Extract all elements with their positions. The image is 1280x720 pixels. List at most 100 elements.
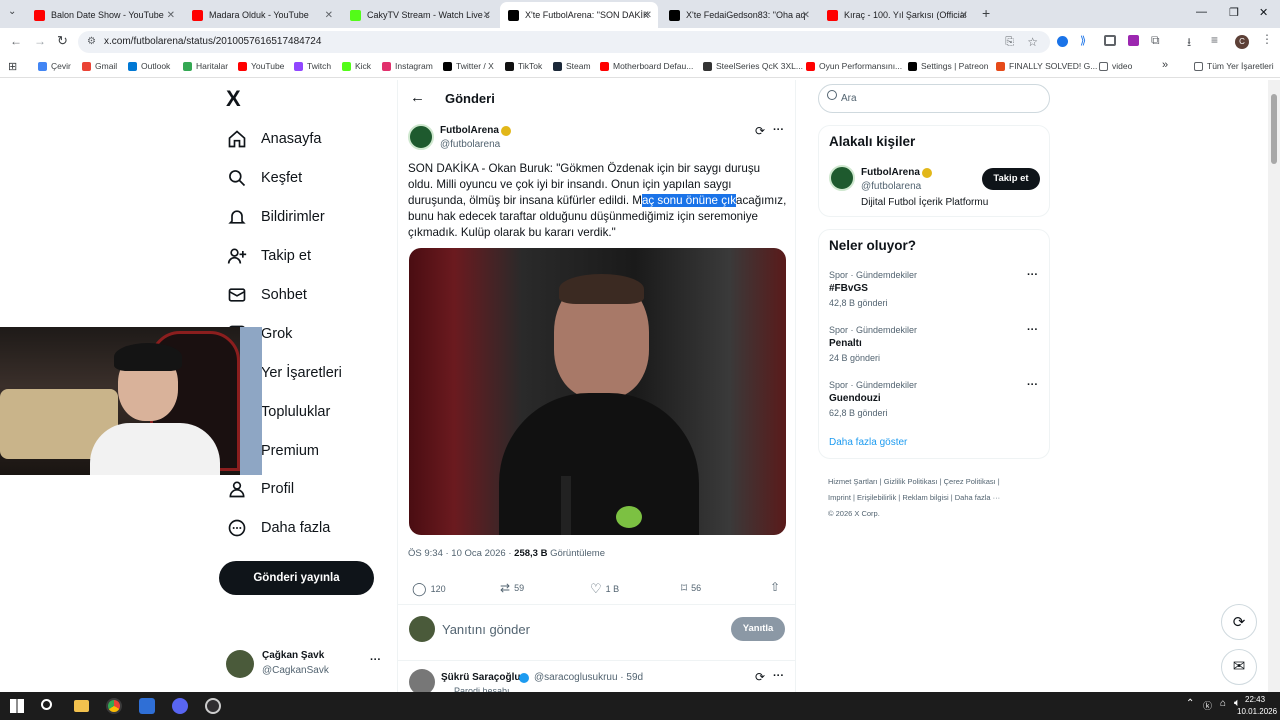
browser-tab-1[interactable]: Balon Date Show - YouTube ✕	[26, 2, 181, 28]
close-tab-icon[interactable]: ✕	[325, 10, 333, 21]
close-tab-icon[interactable]: ✕	[802, 10, 810, 21]
bookmark-item[interactable]: Kick	[342, 61, 371, 71]
trend-item[interactable]: Spor · Gündemdekiler Guendouzi 62,8 B gö…	[819, 378, 1049, 430]
language-icon[interactable]: ⓚ	[1203, 699, 1212, 712]
footer-link[interactable]: Imprint	[828, 493, 851, 502]
bookmark-item[interactable]: Settings | Patreon	[908, 61, 988, 71]
grok-explain-icon[interactable]: ⟳	[755, 124, 765, 138]
minimize-icon[interactable]: —	[1196, 6, 1207, 18]
nav-profile[interactable]: Profil	[227, 479, 294, 499]
bookmark-item[interactable]: Steam	[553, 61, 591, 71]
page-scrollbar[interactable]	[1268, 80, 1280, 692]
clock-date[interactable]: 10.01.2026	[1237, 707, 1277, 716]
address-bar[interactable]: ⚙ x.com/futbolarena/status/2010057616517…	[78, 31, 1050, 53]
retweet-action[interactable]: ⇄ 59	[500, 581, 524, 595]
account-switcher[interactable]: Çağkan Şavk @CagkanSavk ···	[226, 648, 386, 680]
browser-tab-5[interactable]: X'te FedaiGedson83: "Oha aq T ✕	[661, 2, 816, 28]
browser-tab-3[interactable]: CakyTV Stream - Watch Live on ✕	[342, 2, 497, 28]
more-bookmarks-icon[interactable]: »	[1162, 59, 1168, 71]
bookmark-item[interactable]: video	[1099, 61, 1132, 71]
back-icon[interactable]: ←	[10, 34, 22, 48]
chrome-icon[interactable]	[106, 698, 122, 714]
new-tab-button[interactable]: +	[982, 5, 990, 21]
bookmark-item[interactable]: Twitter / X	[443, 61, 494, 71]
footer-link[interactable]: Çerez Politikası	[944, 477, 996, 486]
reply-action[interactable]: ◯ 120	[412, 581, 446, 597]
browser-tab-4-active[interactable]: X'te FutbolArena: "SON DAKİK ✕	[500, 2, 658, 28]
file-explorer-icon[interactable]	[74, 700, 89, 712]
extension-icon[interactable]	[1104, 35, 1116, 46]
reply-button[interactable]: Yanıtla	[731, 617, 785, 641]
media-icon[interactable]: ≡	[1211, 33, 1218, 47]
person-name[interactable]: FutbolArena	[861, 167, 920, 178]
trend-more-icon[interactable]: ···	[1027, 379, 1038, 391]
window-close-icon[interactable]: ✕	[1259, 6, 1268, 19]
profile-avatar[interactable]: C	[1235, 35, 1249, 49]
footer-link[interactable]: Erişilebilirlik	[857, 493, 896, 502]
install-icon[interactable]: ⎘	[1005, 31, 1014, 53]
bookmark-item[interactable]: Twitch	[294, 61, 331, 71]
reply-tweet[interactable]: Şükrü Saraçoğlu @saracoglusukruu · 59d ⟳…	[398, 660, 795, 696]
extensions-puzzle-icon[interactable]: ⧉	[1151, 33, 1160, 48]
obs-icon[interactable]	[205, 698, 221, 714]
footer-link[interactable]: Gizlilik Politikası	[884, 477, 938, 486]
site-info-icon[interactable]: ⚙	[87, 31, 96, 53]
author-avatar[interactable]	[408, 124, 434, 150]
bookmark-action[interactable]: ⌑ 56	[681, 581, 701, 595]
bookmark-item[interactable]: Instagram	[382, 61, 433, 71]
all-bookmarks-folder[interactable]: Tüm Yer İşaretleri	[1194, 61, 1274, 71]
nav-follow[interactable]: Takip et	[227, 246, 311, 266]
bookmark-item[interactable]: Outlook	[128, 61, 170, 71]
tweet-media-image[interactable]	[409, 248, 786, 535]
bookmark-item[interactable]: TikTok	[505, 61, 542, 71]
scrollbar-thumb[interactable]	[1271, 94, 1277, 164]
windows-start-icon[interactable]	[10, 699, 24, 713]
trend-item[interactable]: Spor · Gündemdekiler #FBvGS 42,8 B gönde…	[819, 268, 1049, 320]
back-arrow-icon[interactable]: ←	[410, 89, 425, 106]
close-tab-icon[interactable]: ✕	[483, 10, 491, 21]
tweet-more-icon[interactable]: ···	[773, 670, 784, 682]
bookmark-item[interactable]: Haritalar	[183, 61, 228, 71]
nav-explore[interactable]: Keşfet	[227, 168, 302, 188]
grok-explain-icon[interactable]: ⟳	[755, 670, 765, 684]
messages-float-button[interactable]: ✉	[1221, 649, 1257, 685]
post-button[interactable]: Gönderi yayınla	[219, 561, 374, 595]
avatar[interactable]	[829, 165, 855, 191]
reload-icon[interactable]: ↻	[57, 33, 68, 49]
close-tab-icon[interactable]: ✕	[167, 10, 175, 21]
discord-icon[interactable]	[172, 698, 188, 714]
extension-icon[interactable]: ⟫	[1080, 34, 1086, 47]
bookmark-item[interactable]: Gmail	[82, 61, 117, 71]
x-logo[interactable]: X	[226, 86, 241, 112]
nav-notifications[interactable]: Bildirimler	[227, 207, 325, 227]
bookmark-item[interactable]: Oyun Performansını...	[806, 61, 902, 71]
close-tab-icon[interactable]: ✕	[644, 10, 652, 21]
menu-icon[interactable]: ⋮	[1261, 32, 1273, 46]
forward-icon[interactable]: →	[34, 34, 46, 48]
search-input[interactable]: Ara	[818, 84, 1050, 113]
network-icon[interactable]: ⌂	[1220, 698, 1226, 709]
apps-grid-icon[interactable]: ⊞	[8, 60, 17, 73]
person-handle[interactable]: @futbolarena	[861, 181, 921, 192]
show-more-link[interactable]: Daha fazla göster	[829, 437, 907, 448]
reply-input[interactable]: Yanıtını gönder	[442, 622, 530, 637]
app-icon[interactable]	[139, 698, 155, 714]
extension-icon[interactable]	[1128, 35, 1139, 46]
bookmark-item[interactable]: YouTube	[238, 61, 284, 71]
more-icon[interactable]: ···	[370, 654, 381, 666]
trend-more-icon[interactable]: ···	[1027, 269, 1038, 281]
clock-time[interactable]: 22:43	[1245, 695, 1265, 704]
close-tab-icon[interactable]: ✕	[960, 10, 968, 21]
nav-more[interactable]: Daha fazla	[227, 518, 330, 538]
browser-tab-6[interactable]: Kıraç - 100. Yıl Şarkısı (Official V ✕	[819, 2, 974, 28]
like-action[interactable]: ♡ 1 B	[590, 581, 619, 597]
tray-chevron-icon[interactable]: ⌃	[1186, 698, 1194, 709]
trend-more-icon[interactable]: ···	[1027, 324, 1038, 336]
nav-home[interactable]: Anasayfa	[227, 129, 321, 149]
tab-search-icon[interactable]: ⌄	[8, 6, 16, 17]
restore-icon[interactable]: ❐	[1229, 6, 1239, 19]
footer-link[interactable]: Hizmet Şartları	[828, 477, 878, 486]
bookmark-item[interactable]: SteelSeries QcK 3XL...	[703, 61, 803, 71]
trend-item[interactable]: Spor · Gündemdekiler Penaltı 24 B gönder…	[819, 323, 1049, 375]
nav-chat[interactable]: Sohbet	[227, 285, 307, 305]
